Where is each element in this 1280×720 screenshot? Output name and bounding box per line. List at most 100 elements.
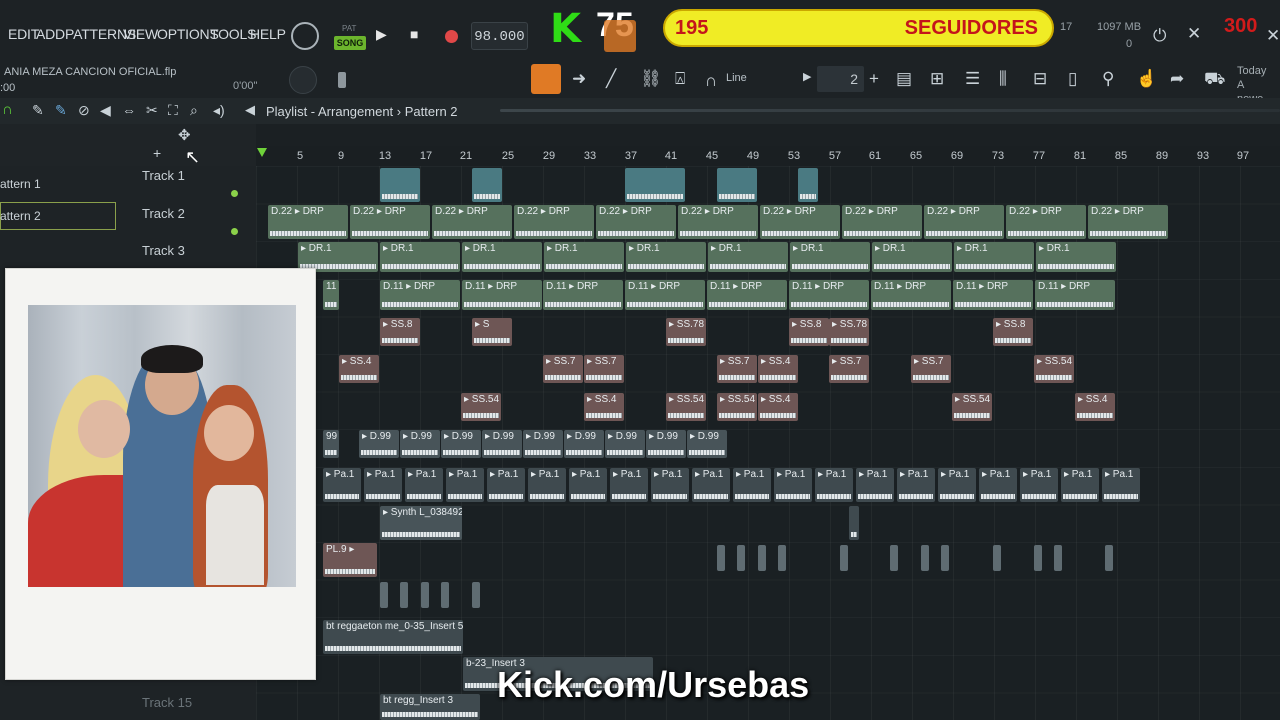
track-8-clip[interactable]: ▸ D.99 bbox=[523, 430, 563, 458]
brush-icon[interactable]: ╱ bbox=[606, 70, 616, 87]
track-7-clip[interactable]: ▸ SS.4 bbox=[584, 393, 624, 421]
track-9-clip[interactable]: ▸ Pa.1 bbox=[938, 468, 976, 502]
track-8-clip[interactable]: ▸ D.99 bbox=[482, 430, 522, 458]
add-pattern-icon[interactable]: + bbox=[869, 70, 879, 87]
power-icon[interactable]: ⏻ bbox=[1153, 27, 1166, 44]
track-12-clip[interactable] bbox=[400, 582, 408, 608]
audio-clip[interactable]: bt reggaeton me_0-35_Insert 5 bbox=[323, 620, 463, 654]
track-6-clip[interactable]: ▸ SS.7 bbox=[911, 355, 951, 383]
track-9-clip[interactable]: ▸ Pa.1 bbox=[815, 468, 853, 502]
track-9-clip[interactable]: ▸ Pa.1 bbox=[856, 468, 894, 502]
track-7-clip[interactable]: ▸ SS.54 bbox=[717, 393, 757, 421]
track-2-clip[interactable]: D.22 ▸ DRP bbox=[678, 205, 758, 239]
ruler-bar-23[interactable]: 97 bbox=[1237, 150, 1249, 162]
pitch-knob-icon[interactable] bbox=[289, 66, 317, 94]
track-2-clip[interactable]: D.22 ▸ DRP bbox=[842, 205, 922, 239]
close-icon[interactable]: ✕ bbox=[1187, 25, 1201, 42]
track-9-clip[interactable]: ▸ Pa.1 bbox=[1020, 468, 1058, 502]
ruler-bar-11[interactable]: 49 bbox=[747, 150, 759, 162]
ruler-bar-1[interactable]: 9 bbox=[338, 150, 344, 162]
ruler-bar-7[interactable]: 33 bbox=[584, 150, 596, 162]
track-6-clip[interactable]: ▸ SS.7 bbox=[829, 355, 869, 383]
track-3-clip[interactable]: ▸ DR.1 bbox=[872, 242, 952, 272]
track-3-label[interactable]: Track 3 bbox=[142, 243, 185, 258]
ruler-bar-2[interactable]: 13 bbox=[379, 150, 391, 162]
stop-button[interactable]: ■ bbox=[410, 26, 418, 42]
track-6-clip[interactable]: ▸ SS.4 bbox=[339, 355, 379, 383]
track-9-clip[interactable]: ▸ Pa.1 bbox=[733, 468, 771, 502]
playlist-options-icon[interactable]: ∩ bbox=[2, 102, 13, 117]
track-3-clip[interactable]: ▸ DR.1 bbox=[1036, 242, 1116, 272]
track-9-clip[interactable]: ▸ Pa.1 bbox=[897, 468, 935, 502]
track-11-clip[interactable] bbox=[1034, 545, 1042, 571]
track-4-clip[interactable]: D.11 ▸ DRP bbox=[380, 280, 460, 310]
track-4-clip[interactable]: D.11 ▸ DRP bbox=[789, 280, 869, 310]
track-9-clip[interactable]: ▸ Pa.1 bbox=[979, 468, 1017, 502]
track-6-clip[interactable]: ▸ SS.7 bbox=[717, 355, 757, 383]
track-6-clip[interactable]: ▸ SS.7 bbox=[543, 355, 583, 383]
track-9-clip[interactable]: ▸ Pa.1 bbox=[446, 468, 484, 502]
track-9-clip[interactable]: ▸ Pa.1 bbox=[528, 468, 566, 502]
track-1-clip[interactable] bbox=[625, 168, 685, 202]
track-6-clip[interactable]: ▸ SS.4 bbox=[758, 355, 798, 383]
track-12-clip[interactable] bbox=[472, 582, 480, 608]
playlist-view-icon[interactable] bbox=[531, 64, 561, 94]
ruler-bar-18[interactable]: 77 bbox=[1033, 150, 1045, 162]
menu-add[interactable]: ADD bbox=[36, 26, 65, 42]
track-9-clip[interactable]: ▸ Pa.1 bbox=[323, 468, 361, 502]
track-2-clip[interactable]: D.22 ▸ DRP bbox=[1006, 205, 1086, 239]
track-5-clip[interactable]: ▸ SS.8 bbox=[789, 318, 829, 346]
project-icon[interactable]: ▯ bbox=[1068, 70, 1077, 87]
track-2-led[interactable] bbox=[231, 228, 238, 235]
ruler-bar-6[interactable]: 29 bbox=[543, 150, 555, 162]
track-11-clip[interactable] bbox=[921, 545, 929, 571]
track-6-clip[interactable]: ▸ SS.7 bbox=[584, 355, 624, 383]
track-2-clip[interactable]: D.22 ▸ DRP bbox=[760, 205, 840, 239]
ruler-bar-15[interactable]: 65 bbox=[910, 150, 922, 162]
delete-tool-icon[interactable]: ⊘ bbox=[78, 103, 90, 117]
arrow-right-icon[interactable]: ➜ bbox=[572, 70, 586, 87]
track-4-clip[interactable]: 11 bbox=[323, 280, 339, 310]
typing-keyboard-icon[interactable] bbox=[604, 20, 636, 52]
ruler-bar-17[interactable]: 73 bbox=[992, 150, 1004, 162]
ruler-bar-21[interactable]: 89 bbox=[1156, 150, 1168, 162]
mixer-icon[interactable]: ⫼ bbox=[999, 70, 1007, 87]
track-12-clip[interactable] bbox=[380, 582, 388, 608]
menu-edit[interactable]: EDIT bbox=[8, 26, 39, 42]
track-4-clip[interactable]: D.11 ▸ DRP bbox=[871, 280, 951, 310]
track-1-clip[interactable] bbox=[380, 168, 420, 202]
move-icon[interactable]: ✥ bbox=[178, 128, 191, 143]
track-15-label[interactable]: Track 15 bbox=[142, 695, 192, 710]
piano-roll-icon[interactable]: ▤ bbox=[896, 70, 912, 87]
track-9-clip[interactable]: ▸ Pa.1 bbox=[1102, 468, 1140, 502]
track-9-clip[interactable]: ▸ Pa.1 bbox=[487, 468, 525, 502]
track-8-clip[interactable]: ▸ D.99 bbox=[687, 430, 727, 458]
track-8-clip[interactable]: ▸ D.99 bbox=[441, 430, 481, 458]
track-3-clip[interactable]: ▸ DR.1 bbox=[708, 242, 788, 272]
track-10-clip[interactable] bbox=[849, 506, 859, 540]
slice-tool-icon[interactable]: ✂ bbox=[146, 103, 158, 117]
pattern-mode-label[interactable]: PAT bbox=[342, 24, 356, 33]
track-7-clip[interactable]: ▸ SS.54 bbox=[666, 393, 706, 421]
track-8-clip[interactable]: ▸ D.99 bbox=[605, 430, 645, 458]
track-4-clip[interactable]: D.11 ▸ DRP bbox=[625, 280, 705, 310]
pattern-list-item-1[interactable]: attern 1 bbox=[0, 177, 41, 191]
track-8-clip[interactable]: 99 bbox=[323, 430, 339, 458]
track-11-clip[interactable] bbox=[758, 545, 766, 571]
track-9-clip[interactable]: ▸ Pa.1 bbox=[405, 468, 443, 502]
track-2-clip[interactable]: D.22 ▸ DRP bbox=[596, 205, 676, 239]
export-icon[interactable]: ➦ bbox=[1170, 70, 1184, 87]
track-5-clip[interactable]: ▸ SS.78 bbox=[829, 318, 869, 346]
track-5-clip[interactable]: ▸ S bbox=[472, 318, 512, 346]
channel-rack-icon[interactable]: ⊞ bbox=[930, 70, 944, 87]
track-2-clip[interactable]: D.22 ▸ DRP bbox=[514, 205, 594, 239]
pattern-prev-icon[interactable]: ▶ bbox=[803, 72, 811, 83]
play-button[interactable]: ▶ bbox=[376, 26, 387, 43]
ruler-bar-19[interactable]: 81 bbox=[1074, 150, 1086, 162]
pattern-selector[interactable]: 2 bbox=[817, 66, 864, 92]
mute-tool-icon[interactable]: ◀ bbox=[100, 103, 111, 117]
ruler-bar-0[interactable]: 5 bbox=[297, 150, 303, 162]
track-11-clip[interactable] bbox=[941, 545, 949, 571]
ruler-bar-22[interactable]: 93 bbox=[1197, 150, 1209, 162]
playhead-marker[interactable] bbox=[257, 148, 267, 157]
